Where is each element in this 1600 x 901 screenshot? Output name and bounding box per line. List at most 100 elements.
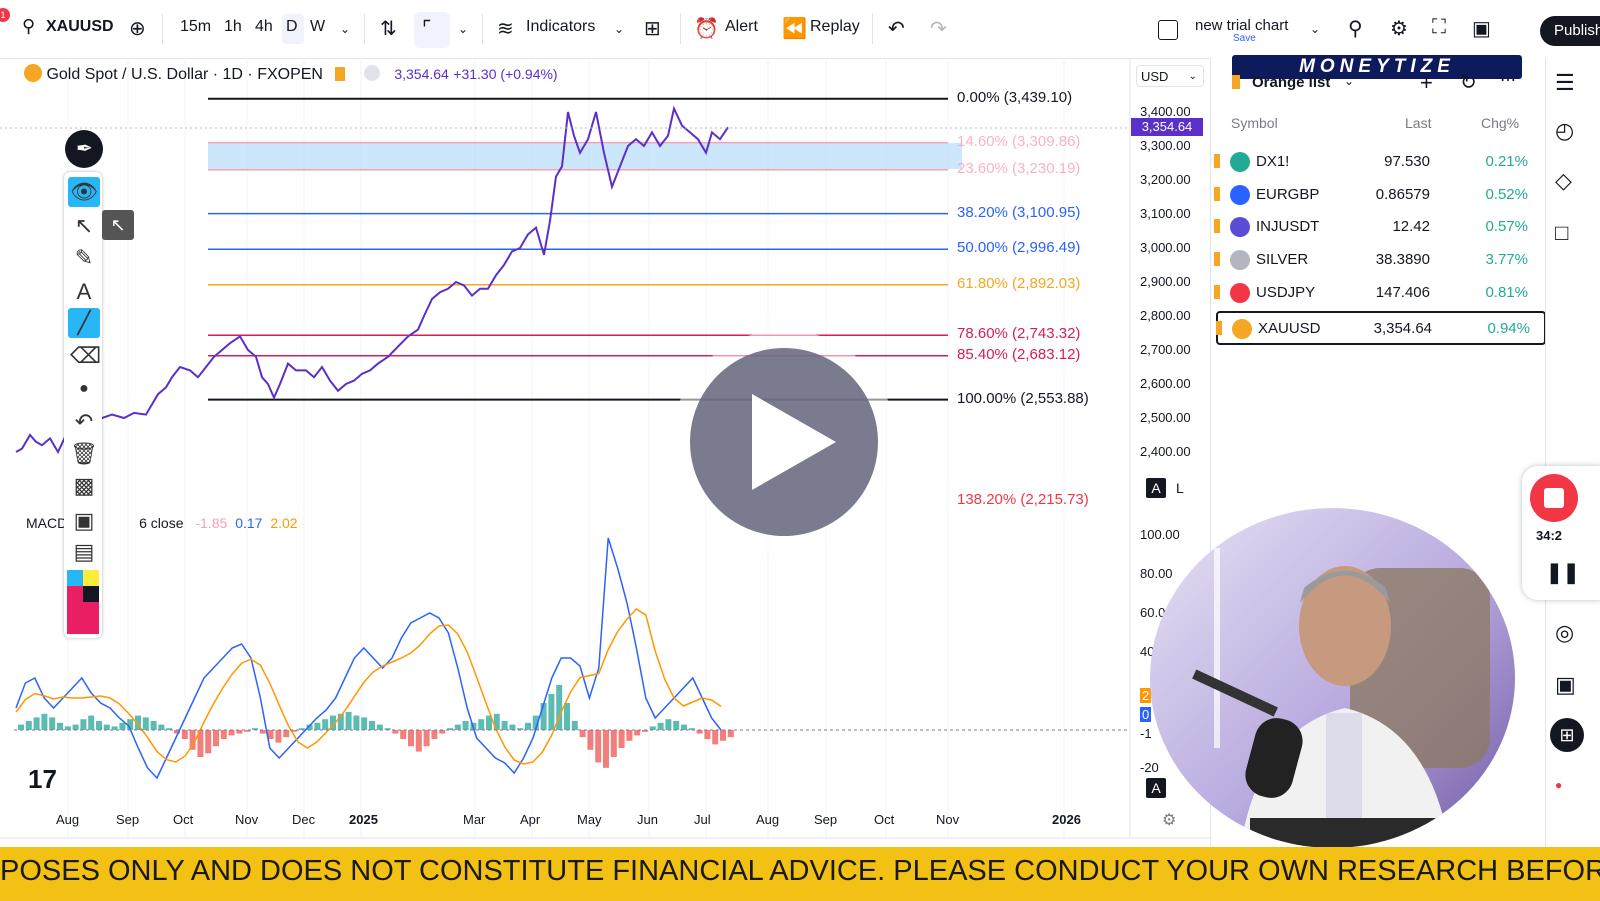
camera-icon[interactable]: ▣	[1472, 16, 1491, 41]
trash-icon[interactable]: 🗑	[70, 440, 98, 468]
chart-name[interactable]: new trial chart	[1195, 17, 1288, 34]
notification-badge[interactable]: 1	[0, 8, 10, 22]
watchlist-icon[interactable]: ☰	[1555, 70, 1575, 96]
dot-size-icon[interactable]: ●	[70, 375, 98, 403]
timeframe-15m[interactable]: 15m	[180, 18, 211, 36]
indicators-icon[interactable]: ≋	[497, 16, 514, 41]
symbol-search[interactable]: XAUUSD	[46, 18, 114, 36]
refresh-icon[interactable]: ↻	[1460, 70, 1477, 95]
col-header-chg[interactable]: Chg%	[1481, 115, 1519, 131]
target-icon[interactable]: ◎	[1555, 620, 1574, 646]
publish-button[interactable]: Publish	[1540, 16, 1600, 46]
layers-icon[interactable]: ◇	[1555, 168, 1572, 194]
undo-icon[interactable]: ↶	[888, 16, 905, 41]
color-swatch-black[interactable]	[83, 586, 99, 602]
search-icon[interactable]: ⚲	[22, 16, 35, 37]
clipboard-icon[interactable]: ▤	[70, 538, 98, 566]
indicators-button[interactable]: Indicators	[526, 18, 595, 36]
timeframe-w[interactable]: W	[310, 18, 325, 36]
alert-button[interactable]: Alert	[725, 18, 758, 36]
record-stop-button[interactable]	[1530, 474, 1578, 522]
fullscreen-icon[interactable]: ⛶	[1432, 16, 1446, 39]
text-tool-icon[interactable]: A	[70, 278, 98, 306]
flag-icon[interactable]	[1214, 186, 1220, 201]
flag-icon[interactable]	[1214, 284, 1220, 299]
chat-icon[interactable]: □	[1555, 220, 1568, 246]
replay-button[interactable]: Replay	[810, 18, 860, 36]
watchlist-row[interactable]: DX1! 97.530 0.21%	[1214, 146, 1542, 178]
more-icon[interactable]: ⋯	[1500, 70, 1516, 90]
macd-bar	[415, 730, 422, 752]
collapse-icon[interactable]	[363, 65, 380, 81]
watchlist-row[interactable]: EURGBP 0.86579 0.52%	[1214, 179, 1542, 211]
legend-title[interactable]: Gold Spot / U.S. Dollar · 1D · FXOPEN	[46, 66, 323, 83]
chevron-down-icon[interactable]: ⌄	[1310, 22, 1320, 36]
timeframe-1h[interactable]: 1h	[224, 18, 242, 36]
add-symbol-icon[interactable]: +	[1420, 70, 1433, 96]
pen-nib-icon[interactable]: ✒	[65, 130, 103, 168]
color-swatch-cyan[interactable]	[67, 570, 83, 586]
current-color-swatch[interactable]	[67, 602, 99, 634]
flag-icon[interactable]	[1214, 154, 1220, 168]
macd-name[interactable]: MACD	[26, 515, 67, 531]
cursor-arrow-icon[interactable]: ↖	[70, 212, 98, 240]
flag-icon[interactable]	[335, 67, 346, 81]
highlighter-icon[interactable]: ✎	[70, 244, 98, 272]
macd-auto-scale-button[interactable]: A	[1146, 778, 1166, 798]
quick-search-icon[interactable]: ⚲	[1348, 16, 1363, 41]
log-scale-button[interactable]: L	[1176, 480, 1184, 496]
undo-icon[interactable]: ↶	[70, 408, 98, 436]
col-header-last[interactable]: Last	[1405, 115, 1431, 131]
chevron-down-icon[interactable]: ⌄	[340, 22, 350, 36]
alerts-clock-icon[interactable]: ◴	[1555, 118, 1574, 144]
watchlist-title[interactable]: Orange list	[1252, 74, 1330, 91]
alarm-clock-icon[interactable]: ⏰	[694, 16, 719, 41]
watchlist-chg: 0.94%	[1487, 320, 1530, 337]
watchlist-row[interactable]: XAUUSD 3,354.64 0.94%	[1216, 311, 1546, 345]
time-axis-label: Jul	[694, 812, 711, 827]
watchlist-row[interactable]: USDJPY 147.406 0.81%	[1214, 277, 1542, 309]
layout-square-icon[interactable]	[1158, 20, 1178, 40]
chevron-down-icon[interactable]: ⌄	[458, 22, 468, 36]
eye-icon[interactable]: 👁	[70, 178, 98, 206]
candles-icon[interactable]: ⇅	[380, 16, 397, 41]
watchlist-row[interactable]: SILVER 38.3890 3.77%	[1214, 244, 1542, 276]
calendar-icon[interactable]: ▣	[1555, 672, 1576, 698]
line-tool-icon[interactable]: ╱	[70, 309, 98, 337]
watchlist-chg: 0.81%	[1485, 283, 1528, 301]
screenshot-icon[interactable]: ▣	[70, 507, 98, 535]
watchlist-row[interactable]: INJUSDT 12.42 0.57%	[1214, 211, 1542, 243]
macd-bar	[478, 719, 485, 730]
watchlist-chg: 0.52%	[1485, 185, 1528, 203]
settings-gear-icon[interactable]: ⚙	[1390, 16, 1408, 41]
timeframe-4h[interactable]: 4h	[255, 18, 273, 36]
chevron-down-icon[interactable]: ⌄	[614, 22, 624, 36]
replay-icon[interactable]: ⏪	[782, 16, 807, 41]
currency-select[interactable]: USD ⌄	[1136, 65, 1204, 87]
auto-scale-button[interactable]: A	[1146, 478, 1166, 498]
macd-bar	[345, 712, 352, 730]
pause-icon[interactable]: ❚❚	[1546, 560, 1580, 585]
layout-grid-icon[interactable]: ⊞	[644, 16, 661, 41]
fib-label: 78.60% (2,743.32)	[957, 325, 1081, 343]
flag-icon[interactable]	[1214, 252, 1220, 267]
flag-icon[interactable]	[1214, 219, 1220, 234]
line-chart-type-active[interactable]	[414, 12, 450, 48]
apps-grid-icon[interactable]: ⊞	[1550, 718, 1584, 752]
settings-gear-icon[interactable]: ⚙	[1162, 810, 1176, 830]
color-swatch-magenta[interactable]	[67, 586, 83, 602]
flag-icon[interactable]	[1216, 321, 1222, 335]
chart-legend: Gold Spot / U.S. Dollar · 1D · FXOPEN 3,…	[24, 64, 558, 84]
timeframe-d[interactable]: D	[286, 18, 298, 36]
redo-icon[interactable]: ↷	[930, 16, 947, 41]
whiteboard-icon[interactable]: ▩	[70, 472, 98, 500]
col-header-symbol[interactable]: Symbol	[1231, 115, 1278, 131]
video-play-button[interactable]	[690, 348, 878, 536]
eraser-icon[interactable]: ⌫	[70, 342, 101, 370]
tradingview-logo: 17	[28, 764, 57, 794]
color-swatch-yellow[interactable]	[83, 570, 99, 586]
chevron-down-icon[interactable]: ⌄	[1344, 74, 1354, 88]
notification-icon[interactable]: ●	[1555, 778, 1562, 792]
macd-bar	[376, 724, 383, 730]
compare-symbol-icon[interactable]: ⊕	[129, 16, 146, 41]
